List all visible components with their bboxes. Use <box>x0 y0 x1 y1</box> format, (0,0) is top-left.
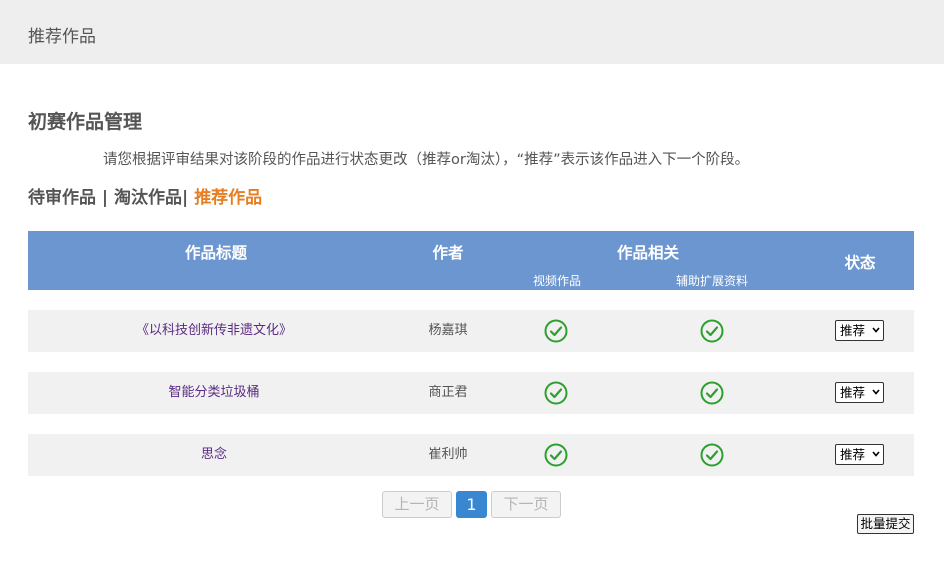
chevron-down-icon <box>872 451 880 457</box>
chevron-down-icon <box>872 389 880 395</box>
author-name: 崔利帅 <box>428 447 468 462</box>
table-row: 思念 崔利帅 推荐 <box>28 434 914 476</box>
status-select[interactable]: 推荐 <box>835 320 884 341</box>
status-select-value: 推荐 <box>840 385 866 400</box>
column-header-author: 作者 <box>432 244 464 262</box>
filter-tabs: 待审作品 | 淘汰作品| 推荐作品 <box>28 183 262 208</box>
current-page-button[interactable]: 1 <box>456 491 487 518</box>
section-title: 初赛作品管理 <box>28 111 143 133</box>
check-circle-icon <box>544 381 568 405</box>
status-select[interactable]: 推荐 <box>835 382 884 403</box>
instructions-text: 请您根据评审结果对该阶段的作品进行状态更改（推荐or淘汰），“推荐”表示该作品进… <box>103 152 750 168</box>
work-title-link[interactable]: 智能分类垃圾桶 <box>114 372 314 414</box>
tab-pending[interactable]: 待审作品 <box>28 188 96 208</box>
check-circle-icon <box>700 443 724 467</box>
tab-rejected[interactable]: 淘汰作品 <box>114 188 182 208</box>
tab-separator: | <box>182 188 195 208</box>
next-page-button[interactable]: 下一页 <box>491 491 561 518</box>
column-header-extra: 辅助扩展资料 <box>675 274 748 288</box>
chevron-down-icon <box>872 327 880 333</box>
work-title-link[interactable]: 思念 <box>114 434 314 476</box>
check-circle-icon <box>544 319 568 343</box>
check-circle-icon <box>700 381 724 405</box>
tab-recommended[interactable]: 推荐作品 <box>194 188 262 208</box>
table-header: 作品标题 作者 作品相关 视频作品 辅助扩展资料 状态 <box>28 231 914 290</box>
column-header-status: 状态 <box>844 254 876 272</box>
top-bar: 推荐作品 <box>0 0 944 64</box>
prev-page-button[interactable]: 上一页 <box>382 491 452 518</box>
check-circle-icon <box>544 443 568 467</box>
author-name: 杨嘉琪 <box>428 323 468 338</box>
column-header-video: 视频作品 <box>532 274 581 288</box>
column-header-title: 作品标题 <box>184 244 247 262</box>
table-row: 《以科技创新传非遗文化》 杨嘉琪 推荐 <box>28 310 914 352</box>
batch-submit-button[interactable]: 批量提交 <box>857 514 914 534</box>
work-title-link[interactable]: 《以科技创新传非遗文化》 <box>114 310 314 352</box>
author-name: 商正君 <box>428 385 468 400</box>
page-header-title: 推荐作品 <box>28 27 96 47</box>
status-select[interactable]: 推荐 <box>835 444 884 465</box>
status-select-value: 推荐 <box>840 447 866 462</box>
tab-separator: | <box>96 188 115 208</box>
table-row: 智能分类垃圾桶 商正君 推荐 <box>28 372 914 414</box>
column-header-related: 作品相关 <box>616 244 679 262</box>
check-circle-icon <box>700 319 724 343</box>
status-select-value: 推荐 <box>840 323 866 338</box>
